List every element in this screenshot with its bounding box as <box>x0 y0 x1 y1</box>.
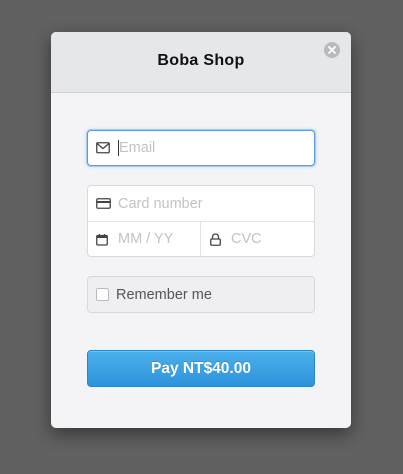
pay-button[interactable]: Pay NT$40.00 <box>87 350 315 387</box>
close-icon <box>328 46 336 54</box>
page-title: Boba Shop <box>157 52 245 69</box>
expiry-field[interactable]: MM / YY <box>88 222 200 256</box>
pay-button-label: Pay NT$40.00 <box>151 360 251 377</box>
envelope-icon <box>96 142 110 154</box>
expiry-placeholder: MM / YY <box>118 231 174 247</box>
card-number-field[interactable]: Card number <box>88 186 314 221</box>
email-field[interactable]: Email <box>87 130 315 166</box>
lock-icon <box>210 233 221 246</box>
remember-me-toggle[interactable]: Remember me <box>87 276 315 313</box>
calendar-icon <box>96 234 108 246</box>
email-placeholder: Email <box>119 140 156 156</box>
card-number-placeholder: Card number <box>118 196 203 212</box>
cvc-field[interactable]: CVC <box>201 222 314 256</box>
credit-card-icon <box>96 198 111 209</box>
checkout-modal: Boba Shop Email Card number MM / YY CVC … <box>51 32 351 428</box>
card-details-group: Card number MM / YY CVC <box>87 185 315 257</box>
modal-header: Boba Shop <box>51 32 351 93</box>
cvc-placeholder: CVC <box>231 231 262 247</box>
close-button[interactable] <box>324 42 340 58</box>
remember-me-checkbox[interactable] <box>96 288 109 301</box>
remember-me-label: Remember me <box>116 287 212 303</box>
